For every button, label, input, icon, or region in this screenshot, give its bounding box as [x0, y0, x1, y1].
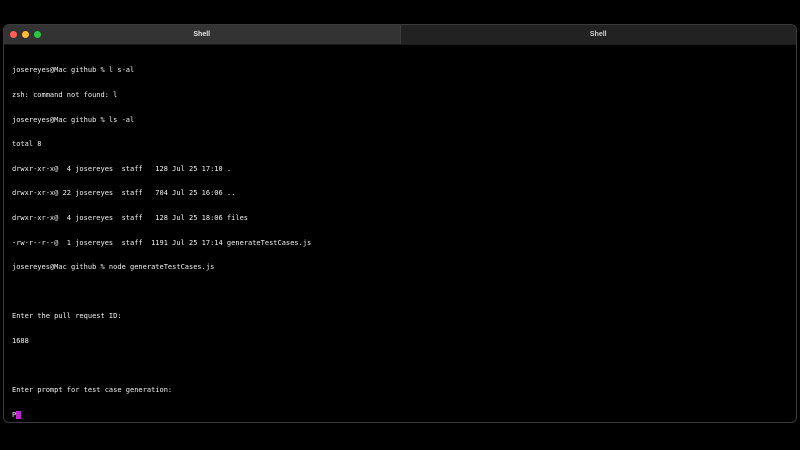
- maximize-button[interactable]: [34, 31, 41, 38]
- terminal-line: drwxr-xr-x@ 4 josereyes staff 128 Jul 25…: [12, 164, 232, 173]
- terminal-line: Enter the pull request ID:: [12, 312, 122, 321]
- text-cursor: [16, 410, 21, 419]
- terminal-line: total 8: [12, 140, 42, 149]
- terminal-line: josereyes@Mac github % ls -al: [12, 115, 135, 124]
- tab-label: Shell: [193, 31, 211, 38]
- terminal-line: josereyes@Mac github % node generateTest…: [12, 263, 215, 272]
- title-bar: Shell Shell: [4, 25, 796, 45]
- window-controls: [10, 31, 41, 38]
- terminal-line: zsh: command not found: l: [12, 91, 118, 99]
- minimize-button[interactable]: [22, 31, 29, 38]
- terminal-output[interactable]: josereyes@Mac github % l s-al zsh: comma…: [12, 50, 788, 419]
- input-line[interactable]: P: [12, 410, 788, 419]
- close-button[interactable]: [10, 31, 17, 38]
- tab-label: Shell: [589, 31, 607, 38]
- terminal-line: josereyes@Mac github % l s-al: [12, 66, 135, 75]
- terminal-line: drwxr-xr-x@ 4 josereyes staff 128 Jul 25…: [12, 213, 249, 222]
- terminal-line: Enter prompt for test case generation:: [12, 386, 173, 395]
- terminal-line: drwxr-xr-x@ 22 josereyes staff 704 Jul 2…: [12, 189, 236, 198]
- tab-shell-2[interactable]: Shell: [399, 25, 796, 44]
- terminal-line: 1688: [12, 336, 29, 345]
- terminal-window: Shell Shell josereyes@Mac github % l s-a…: [3, 24, 797, 423]
- terminal-line: -rw-r--r--@ 1 josereyes staff 1191 Jul 2…: [12, 238, 312, 247]
- tab-shell-1[interactable]: Shell: [4, 25, 400, 44]
